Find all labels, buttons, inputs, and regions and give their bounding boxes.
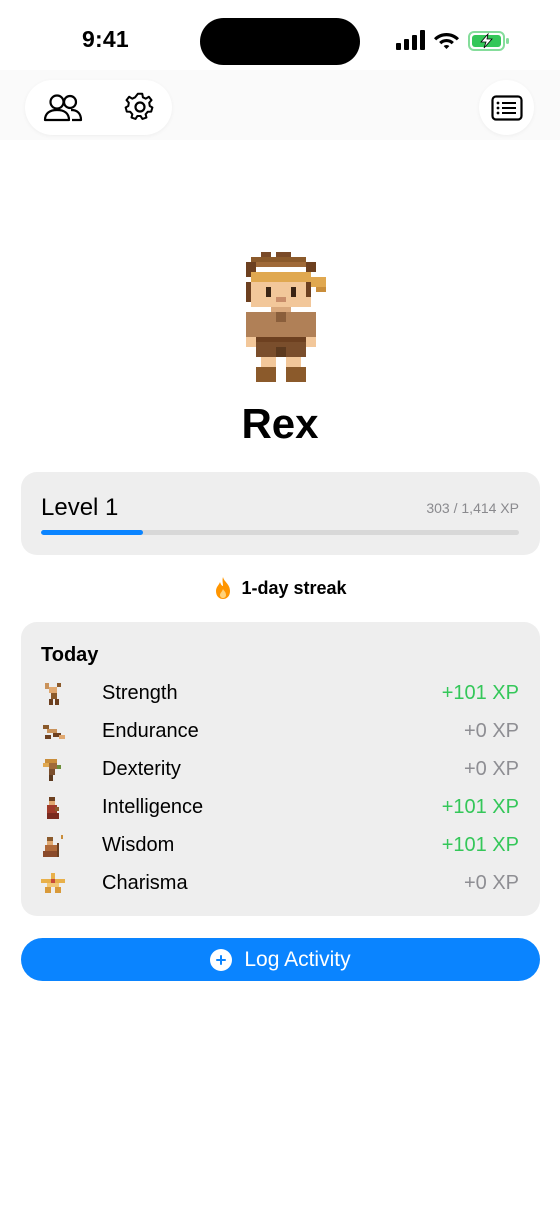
log-activity-label: Log Activity	[244, 947, 351, 971]
stat-xp: +0 XP	[463, 757, 519, 780]
stat-xp: +0 XP	[463, 719, 519, 742]
level-progress-bar	[41, 530, 519, 535]
stat-row-wisdom: Wisdom +101 XP	[21, 826, 540, 864]
stat-xp: +101 XP	[441, 681, 519, 704]
level-progress-fill	[41, 530, 144, 535]
friends-button[interactable]	[33, 80, 93, 135]
intelligence-icon	[47, 797, 59, 819]
flame-icon	[216, 577, 231, 599]
gear-icon	[124, 92, 154, 120]
stat-name: Charisma	[102, 871, 188, 894]
streak-indicator: 1-day streak	[0, 576, 560, 600]
level-card: Level 1 303 / 1,414 XP	[21, 472, 540, 555]
stat-xp: +0 XP	[463, 871, 519, 894]
stat-xp: +101 XP	[441, 833, 519, 856]
plus-circle-icon	[210, 948, 233, 971]
status-bar: 9:41	[0, 0, 560, 80]
stat-row-endurance: Endurance +0 XP	[21, 712, 540, 750]
strength-icon	[45, 683, 61, 705]
stat-row-charisma: Charisma +0 XP	[21, 864, 540, 902]
stat-name: Strength	[102, 681, 178, 704]
charisma-icon	[41, 873, 65, 893]
stat-xp: +101 XP	[441, 795, 519, 818]
level-xp-text: 303 / 1,414 XP	[426, 500, 519, 516]
activity-log-button[interactable]	[479, 80, 534, 135]
stat-row-dexterity: Dexterity +0 XP	[21, 750, 540, 788]
wisdom-icon	[43, 835, 63, 857]
character-avatar	[246, 252, 326, 382]
level-label: Level 1	[41, 494, 119, 521]
stat-row-strength: Strength +101 XP	[21, 674, 540, 712]
endurance-icon	[43, 725, 65, 739]
stat-name: Dexterity	[102, 757, 181, 780]
dynamic-island	[200, 18, 360, 65]
today-title: Today	[41, 644, 99, 666]
today-card: Today Strength +101 XP Endurance +0 XP D…	[21, 622, 540, 916]
settings-button[interactable]	[110, 80, 170, 135]
stat-name: Intelligence	[102, 795, 204, 818]
header-left-controls	[25, 80, 172, 135]
people-icon	[43, 93, 83, 121]
character-name: Rex	[241, 400, 319, 447]
dexterity-icon	[43, 759, 61, 781]
stat-row-intelligence: Intelligence +101 XP	[21, 788, 540, 826]
log-activity-button[interactable]: Log Activity	[21, 938, 540, 981]
cellular-signal-icon	[396, 30, 425, 50]
stat-name: Wisdom	[102, 833, 175, 856]
status-time: 9:41	[82, 26, 129, 52]
battery-charging-icon	[468, 31, 509, 51]
wifi-icon	[434, 33, 459, 49]
streak-text: 1-day streak	[241, 577, 347, 598]
list-icon	[490, 94, 523, 121]
stat-name: Endurance	[102, 719, 199, 742]
